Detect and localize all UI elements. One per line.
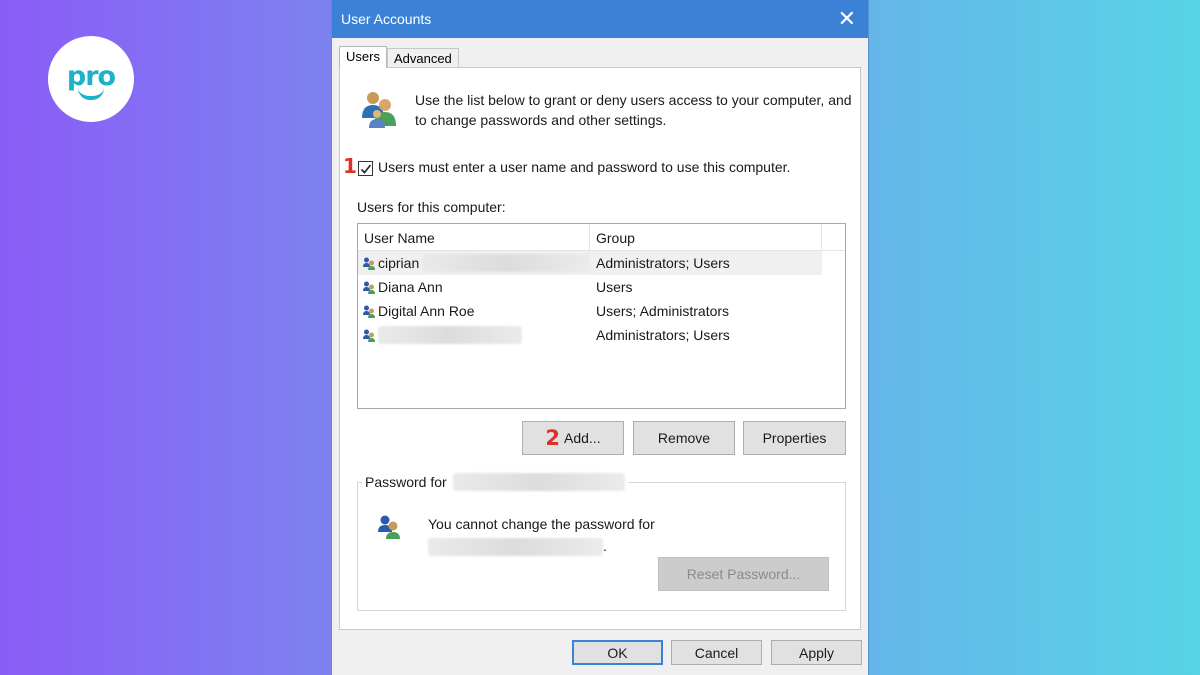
users-group-icon	[362, 92, 396, 128]
ok-button[interactable]: OK	[572, 640, 663, 665]
password-legend-label: Password for	[365, 474, 447, 490]
add-user-label: Add...	[564, 430, 601, 446]
tab-advanced[interactable]: Advanced	[386, 48, 459, 68]
password-legend: Password for	[362, 473, 628, 491]
column-user-name[interactable]: User Name	[358, 224, 590, 250]
user-name-cell: Digital Ann Roe	[358, 303, 590, 319]
password-message: You cannot change the password for .	[428, 513, 655, 557]
user-icon	[378, 515, 400, 539]
redacted-text	[428, 538, 603, 557]
redacted-text	[378, 326, 522, 344]
window-title: User Accounts	[341, 11, 432, 27]
table-row[interactable]: Administrators; Users	[358, 323, 822, 347]
password-groupbox: Password for You cannot change the passw…	[357, 473, 846, 611]
table-row[interactable]: Digital Ann Roe Users; Administrators	[358, 299, 822, 323]
user-name-cell	[358, 326, 590, 344]
tab-users[interactable]: Users	[339, 46, 387, 68]
title-bar: User Accounts ✕	[332, 0, 868, 38]
user-group: Users; Administrators	[596, 303, 730, 319]
logo-text: pro	[66, 60, 116, 92]
user-name-cell: ciprian	[358, 254, 590, 272]
users-tab-panel: Use the list below to grant or deny user…	[339, 67, 861, 630]
require-login-checkbox[interactable]	[358, 161, 373, 176]
remove-user-button[interactable]: Remove	[633, 421, 735, 455]
user-icon	[363, 305, 375, 318]
table-row[interactable]: Diana Ann Users	[358, 275, 822, 299]
apply-button[interactable]: Apply	[771, 640, 862, 665]
logo-smile-icon	[78, 88, 104, 100]
users-section-label: Users for this computer:	[357, 199, 506, 215]
user-icon	[363, 281, 375, 294]
properties-button[interactable]: Properties	[743, 421, 846, 455]
users-list[interactable]: User Name Group ciprian Administrators; …	[357, 223, 846, 409]
user-name-cell: Diana Ann	[358, 279, 590, 295]
user-name: Digital Ann Roe	[378, 303, 475, 319]
tab-strip: Users Advanced	[339, 46, 459, 68]
cancel-button[interactable]: Cancel	[671, 640, 762, 665]
list-header: User Name Group	[358, 224, 845, 251]
user-group: Users	[596, 279, 633, 295]
user-group: Administrators; Users	[596, 255, 730, 271]
close-icon[interactable]: ✕	[838, 8, 856, 30]
password-message-text: You cannot change the password for	[428, 516, 655, 532]
checkmark-icon	[360, 164, 371, 174]
intro-text: Use the list below to grant or deny user…	[415, 92, 852, 128]
user-accounts-dialog: User Accounts ✕ Users Advanced Use the l…	[331, 0, 869, 675]
require-login-label: Users must enter a user name and passwor…	[378, 159, 791, 175]
user-group: Administrators; Users	[596, 327, 730, 343]
brand-logo: pro	[48, 36, 134, 122]
redacted-text	[452, 473, 625, 491]
step-1-marker: 1	[343, 154, 357, 178]
redacted-text	[422, 254, 590, 272]
user-name: Diana Ann	[378, 279, 443, 295]
table-row[interactable]: ciprian Administrators; Users	[358, 251, 822, 275]
user-icon	[363, 329, 375, 342]
password-message-end: .	[603, 538, 607, 554]
column-group[interactable]: Group	[590, 224, 822, 250]
user-icon	[363, 257, 375, 270]
user-name: ciprian	[378, 255, 420, 271]
password-message-line2: .	[428, 535, 655, 557]
reset-password-button[interactable]: Reset Password...	[658, 557, 829, 591]
add-user-button[interactable]: 2 Add...	[522, 421, 624, 455]
step-2-marker: 2	[545, 426, 561, 450]
